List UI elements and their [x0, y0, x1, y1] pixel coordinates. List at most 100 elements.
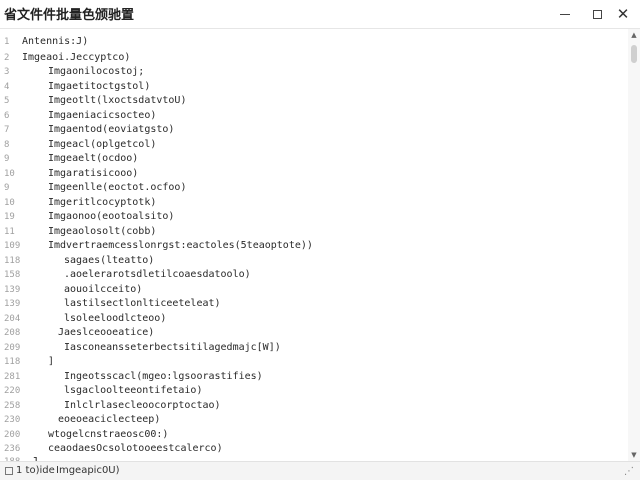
line-number: 230 [4, 415, 21, 425]
code-line: 158 .aoelerarotsdletilcoaesdatoolo) [0, 268, 620, 282]
code-text: Imgeaolosolt(cobb) [48, 226, 157, 237]
code-line: 139 lastilsectlonlticeeteleat) [0, 297, 620, 311]
code-text: lsgacloolteeontifetaio) [64, 385, 203, 396]
status-position: 1 to)ide [16, 465, 55, 476]
code-line: 11 Imgeaolosolt(cobb) [0, 225, 620, 239]
line-number: 236 [4, 444, 21, 454]
line-number: 8 [4, 140, 10, 150]
code-text: Ingeotsscacl(mgeo:lgsoorastifies) [64, 371, 263, 382]
code-line: 220 lsgacloolteeontifetaio) [0, 384, 620, 398]
line-number: 118 [4, 256, 21, 266]
code-line: 118] [0, 355, 620, 369]
line-number: 4 [4, 82, 10, 92]
minimize-icon [560, 13, 570, 15]
line-number: 208 [4, 328, 21, 338]
line-number: 258 [4, 401, 21, 411]
code-text: Jaeslceooeatice) [58, 327, 155, 338]
code-text: ] [48, 356, 55, 367]
code-editor[interactable]: 1 Antennis:J) 2 Imgeaoi.Jeccyptco) 3 Imgaon… [0, 29, 640, 461]
code-line: 118 sagaes(lteatto) [0, 254, 620, 268]
close-button[interactable]: ✕ [606, 0, 640, 28]
code-line: 6 Imgaeniacicsocteo) [0, 109, 620, 123]
line-number: 200 [4, 430, 21, 440]
line-number: 281 [4, 372, 21, 382]
line-number: 19 [4, 212, 15, 222]
code-text: Inlclrlasecleoocorptoctao) [64, 400, 221, 411]
scroll-down-icon[interactable]: ▼ [628, 449, 640, 461]
line-number: 7 [4, 125, 10, 135]
code-line: 208 Jaeslceooeatice) [0, 326, 620, 340]
close-icon: ✕ [616, 4, 630, 23]
status-info: Imgeapic0U) [56, 465, 120, 476]
line-number: 11 [4, 227, 15, 237]
scroll-thumb[interactable] [631, 45, 637, 63]
code-text: Imgeritlcocyptotk) [48, 197, 157, 208]
code-text: ceaodaesOcsolotooeestcalerco) [48, 443, 223, 454]
line-number: 1 [4, 37, 10, 47]
line-number: 204 [4, 314, 21, 324]
line-number: 139 [4, 299, 21, 309]
code-line: 139 aouoilcceito) [0, 283, 620, 297]
code-text: eoeoeaciclecteep) [58, 414, 161, 425]
code-text: Antennis:J) [22, 36, 89, 47]
code-text: Imgaonoo(eootoalsito) [48, 211, 175, 222]
line-number: 139 [4, 285, 21, 295]
code-line: 10 Imgaratisicooo) [0, 167, 620, 181]
code-text: Imgeacl(oplgetcol) [48, 139, 157, 150]
line-number: 6 [4, 111, 10, 121]
maximize-icon [592, 9, 602, 19]
line-number: 209 [4, 343, 21, 353]
code-text: Imgeotlt(lxoctsdatvtoU) [48, 95, 187, 106]
code-text: Imgaeniacicsocteo) [48, 110, 157, 121]
line-number: 10 [4, 198, 15, 208]
code-line: 8 Imgeacl(oplgetcol) [0, 138, 620, 152]
code-line: 10 Imgeritlcocyptotk) [0, 196, 620, 210]
line-number: 10 [4, 169, 15, 179]
code-line: 5 Imgeotlt(lxoctsdatvtoU) [0, 94, 620, 108]
code-line: 2 Imgeaoi.Jeccyptco) [0, 51, 620, 65]
code-line: 204 lsoleeloodlcteoo) [0, 312, 620, 326]
line-number: 9 [4, 183, 10, 193]
code-line: 258 Inlclrlasecleoocorptoctao) [0, 399, 620, 413]
code-text: Iasconeansseterbectsitilagedmajc[W]) [64, 342, 281, 353]
code-line: 236 ceaodaesOcsolotooeestcalerco) [0, 442, 620, 456]
code-text: aouoilcceito) [64, 284, 143, 295]
code-text: Imgeaelt(ocdoo) [48, 153, 139, 164]
code-text: sagaes(lteatto) [64, 255, 155, 266]
code-line: 230 eoeoeaciclecteep) [0, 413, 620, 427]
line-number: 158 [4, 270, 21, 280]
code-text: Imgaratisicooo) [48, 168, 139, 179]
code-line: 209 Iasconeansseterbectsitilagedmajc[W]) [0, 341, 620, 355]
code-text: .aoelerarotsdletilcoaesdatoolo) [64, 269, 251, 280]
title-bar[interactable]: 省文件件批量色颁驰置 ✕ [0, 0, 640, 29]
code-text: lastilsectlonlticeeteleat) [64, 298, 221, 309]
line-number: 2 [4, 53, 10, 63]
code-line: 4 Imgaetitoctgstol) [0, 80, 620, 94]
vertical-scrollbar[interactable]: ▲ ▼ [628, 29, 640, 461]
code-line: 281 Ingeotsscacl(mgeo:lgsoorastifies) [0, 370, 620, 384]
code-text: lsoleeloodlcteoo) [64, 313, 167, 324]
code-line: 3 Imgaonilocostoj; [0, 65, 620, 79]
code-text: Imgaetitoctgstol) [48, 81, 151, 92]
code-line: 9 Imgeaelt(ocdoo) [0, 152, 620, 166]
file-icon [5, 467, 13, 475]
code-text: Imdvertraemcesslonrgst:eactoles(5teaopto… [48, 240, 313, 251]
line-number: 109 [4, 241, 21, 251]
code-line: 9 Imgeenlle(eoctot.ocfoo) [0, 181, 620, 195]
code-line: 109 Imdvertraemcesslonrgst:eactoles(5teao… [0, 239, 620, 253]
resize-grip-icon[interactable]: ⋰ [624, 466, 636, 478]
code-text: Imgaonilocostoj; [48, 66, 145, 77]
code-text: Imgaentod(eoviatgsto) [48, 124, 175, 135]
scroll-up-icon[interactable]: ▲ [628, 29, 640, 41]
code-text: wtogelcnstraeosc00:) [48, 429, 169, 440]
code-text: Imgeenlle(eoctot.ocfoo) [48, 182, 187, 193]
code-line: 1 Antennis:J) [0, 35, 620, 49]
line-number: 3 [4, 67, 10, 77]
editor-window: 省文件件批量色颁驰置 ✕ 1 Antennis:J) 2 Imgeaoi.Jeccy… [0, 0, 640, 480]
window-title: 省文件件批量色颁驰置 [4, 8, 135, 23]
code-text: Imgeaoi.Jeccyptco) [22, 52, 131, 63]
code-line: 200 wtogelcnstraeosc00:) [0, 428, 620, 442]
minimize-button[interactable] [548, 0, 582, 28]
code-line: 19 Imgaonoo(eootoalsito) [0, 210, 620, 224]
status-bar: 1 to)ide Imgeapic0U) ⋰ [0, 461, 640, 480]
